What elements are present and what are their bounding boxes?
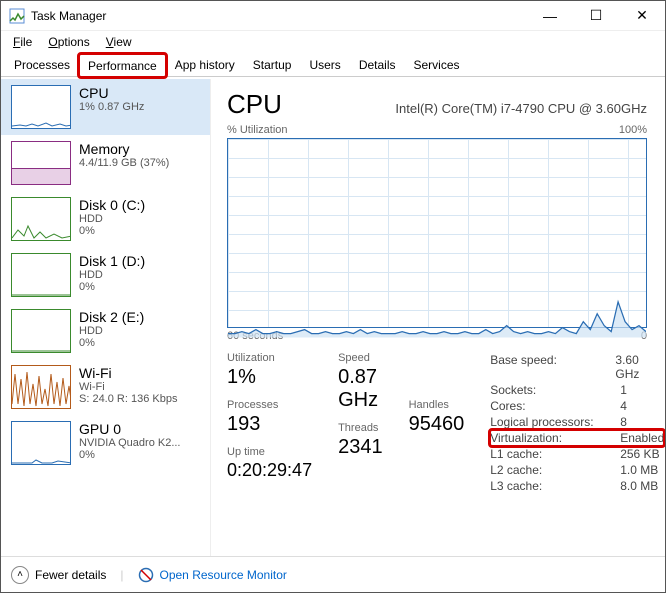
fewer-details-label: Fewer details (35, 568, 106, 582)
processes-value: 193 (227, 413, 312, 436)
menubar: File Options View (1, 31, 665, 53)
tab-details[interactable]: Details (350, 53, 405, 76)
resource-monitor-label: Open Resource Monitor (160, 568, 287, 582)
tab-services[interactable]: Services (405, 53, 469, 76)
app-icon (9, 8, 25, 24)
l2-val: 1.0 MB (620, 463, 658, 477)
wifi-thumb (11, 365, 71, 409)
sidebar-label: GPU 0 (79, 421, 181, 437)
cpu-thumb (11, 85, 71, 129)
stats-row: Utilization 1% Processes 193 Up time 0:2… (227, 352, 647, 494)
task-manager-window: Task Manager — ☐ ✕ File Options View Pro… (0, 0, 666, 593)
logical-val: 8 (620, 415, 627, 429)
sidebar-sub: Wi-Fi (79, 381, 177, 393)
uptime-value: 0:20:29:47 (227, 460, 312, 481)
utilization-chart[interactable] (227, 138, 647, 328)
menu-file[interactable]: File (5, 33, 40, 51)
main-panel: CPU Intel(R) Core(TM) i7-4790 CPU @ 3.60… (211, 79, 665, 556)
close-button[interactable]: ✕ (619, 1, 665, 31)
sidebar-item-disk2[interactable]: Disk 2 (E:) HDD 0% (1, 303, 210, 359)
disk-thumb (11, 197, 71, 241)
base-speed-key: Base speed: (490, 353, 615, 381)
handles-label: Handles (409, 399, 465, 411)
virtualization-key: Virtualization: (490, 431, 620, 445)
logical-key: Logical processors: (490, 415, 620, 429)
open-resource-monitor-link[interactable]: Open Resource Monitor (138, 567, 287, 583)
tab-processes[interactable]: Processes (5, 53, 79, 76)
footer: ˄ Fewer details | Open Resource Monitor (1, 556, 665, 592)
l3-key: L3 cache: (490, 479, 620, 493)
sockets-key: Sockets: (490, 383, 620, 397)
utilization-value: 1% (227, 366, 312, 389)
chevron-up-icon: ˄ (11, 566, 29, 584)
virtualization-val: Enabled (620, 431, 664, 445)
sidebar-label: Disk 2 (E:) (79, 309, 144, 325)
sidebar-item-wifi[interactable]: Wi-Fi Wi-Fi S: 24.0 R: 136 Kbps (1, 359, 210, 415)
menu-view[interactable]: View (98, 33, 140, 51)
sidebar-sub: 4.4/11.9 GB (37%) (79, 157, 169, 169)
minimize-button[interactable]: — (527, 1, 573, 31)
tab-users[interactable]: Users (300, 53, 349, 76)
processes-label: Processes (227, 399, 312, 411)
gpu-thumb (11, 421, 71, 465)
speed-value: 0.87 GHz (338, 366, 383, 412)
l1-val: 256 KB (620, 447, 659, 461)
l3-val: 8.0 MB (620, 479, 658, 493)
sidebar-item-disk1[interactable]: Disk 1 (D:) HDD 0% (1, 247, 210, 303)
l2-key: L2 cache: (490, 463, 620, 477)
sidebar-sub: HDD (79, 213, 145, 225)
sidebar-sub2: 0% (79, 225, 145, 237)
sidebar-sub2: 0% (79, 449, 181, 461)
page-title: CPU (227, 89, 282, 120)
window-title: Task Manager (31, 9, 527, 23)
base-speed-val: 3.60 GHz (615, 353, 664, 381)
sidebar-sub: HDD (79, 325, 144, 337)
titlebar: Task Manager — ☐ ✕ (1, 1, 665, 31)
threads-label: Threads (338, 422, 383, 434)
main-header: CPU Intel(R) Core(TM) i7-4790 CPU @ 3.60… (227, 89, 647, 120)
sidebar-item-gpu0[interactable]: GPU 0 NVIDIA Quadro K2... 0% (1, 415, 210, 471)
handles-value: 95460 (409, 413, 465, 436)
sidebar: CPU 1% 0.87 GHz Memory 4.4/11.9 GB (37%) (1, 79, 211, 556)
sidebar-item-cpu[interactable]: CPU 1% 0.87 GHz (1, 79, 210, 135)
sidebar-item-disk0[interactable]: Disk 0 (C:) HDD 0% (1, 191, 210, 247)
speed-label: Speed (338, 352, 383, 364)
sockets-val: 1 (620, 383, 627, 397)
disk-thumb (11, 253, 71, 297)
menu-options[interactable]: Options (40, 33, 97, 51)
tabbar: Processes Performance App history Startu… (1, 53, 665, 77)
right-stats: Base speed:3.60 GHz Sockets:1 Cores:4 Lo… (490, 352, 664, 494)
sidebar-sub: 1% 0.87 GHz (79, 101, 144, 113)
maximize-button[interactable]: ☐ (573, 1, 619, 31)
tab-app-history[interactable]: App history (166, 53, 244, 76)
sidebar-sub: HDD (79, 269, 145, 281)
sidebar-label: Disk 0 (C:) (79, 197, 145, 213)
tab-performance[interactable]: Performance (79, 54, 166, 77)
cores-val: 4 (620, 399, 627, 413)
threads-value: 2341 (338, 436, 383, 459)
sidebar-label: CPU (79, 85, 144, 101)
sidebar-label: Disk 1 (D:) (79, 253, 145, 269)
disk-thumb (11, 309, 71, 353)
utilization-label: Utilization (227, 352, 312, 364)
sidebar-sub2: 0% (79, 281, 145, 293)
chart-top-right-label: 100% (619, 124, 647, 136)
chart-top-left-label: % Utilization (227, 124, 288, 136)
cores-key: Cores: (490, 399, 620, 413)
tab-startup[interactable]: Startup (244, 53, 301, 76)
uptime-label: Up time (227, 446, 312, 458)
sidebar-sub2: 0% (79, 337, 144, 349)
sidebar-sub: NVIDIA Quadro K2... (79, 437, 181, 449)
memory-thumb (11, 141, 71, 185)
sidebar-item-memory[interactable]: Memory 4.4/11.9 GB (37%) (1, 135, 210, 191)
cpu-model: Intel(R) Core(TM) i7-4790 CPU @ 3.60GHz (395, 101, 647, 116)
sidebar-label: Wi-Fi (79, 365, 177, 381)
sidebar-label: Memory (79, 141, 169, 157)
l1-key: L1 cache: (490, 447, 620, 461)
fewer-details-button[interactable]: ˄ Fewer details (11, 566, 106, 584)
virtualization-row: Virtualization:Enabled (490, 430, 664, 446)
content: CPU 1% 0.87 GHz Memory 4.4/11.9 GB (37%) (1, 79, 665, 556)
sidebar-sub2: S: 24.0 R: 136 Kbps (79, 393, 177, 405)
resource-monitor-icon (138, 567, 154, 583)
